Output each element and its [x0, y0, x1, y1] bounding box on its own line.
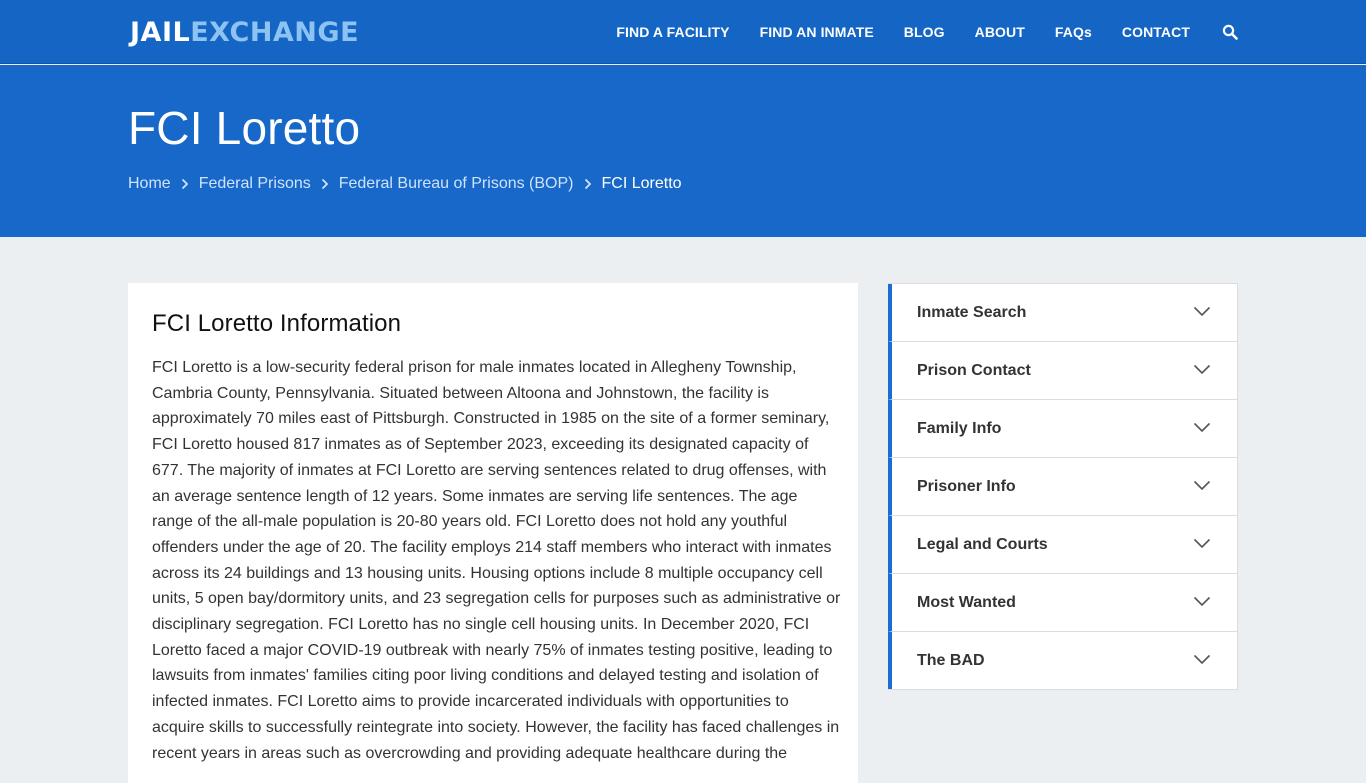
nav-faqs[interactable]: FAQs: [1055, 24, 1092, 40]
chevron-down-icon: [1193, 364, 1211, 375]
logo-text-exchange: EXCHANGE: [190, 17, 360, 48]
breadcrumb-federal-prisons[interactable]: Federal Prisons: [199, 175, 311, 193]
sidebar-item-prison-contact[interactable]: Prison Contact: [888, 342, 1237, 400]
nav-about[interactable]: ABOUT: [975, 24, 1025, 40]
page-hero: FCI Loretto Home Federal Prisons Federal…: [0, 65, 1366, 237]
breadcrumb-bop[interactable]: Federal Bureau of Prisons (BOP): [339, 175, 574, 193]
sidebar-item-inmate-search[interactable]: Inmate Search: [888, 284, 1237, 342]
sidebar-item-label: Prisoner Info: [917, 477, 1016, 495]
sidebar-item-label: Family Info: [917, 419, 1002, 437]
search-icon[interactable]: [1222, 24, 1238, 40]
sidebar-item-the-bad[interactable]: The BAD: [888, 632, 1237, 689]
top-navbar: JAILEXCHANGE FIND A FACILITY FIND AN INM…: [0, 0, 1366, 64]
breadcrumb-home[interactable]: Home: [128, 175, 171, 193]
sidebar-item-most-wanted[interactable]: Most Wanted: [888, 574, 1237, 632]
chevron-down-icon: [1193, 654, 1211, 665]
sidebar-item-label: Prison Contact: [917, 361, 1031, 379]
sidebar-item-label: Inmate Search: [917, 303, 1027, 321]
sidebar-item-prisoner-info[interactable]: Prisoner Info: [888, 458, 1237, 516]
chevron-down-icon: [1193, 306, 1211, 317]
chevron-down-icon: [1193, 480, 1211, 491]
sidebar-item-label: Most Wanted: [917, 593, 1016, 611]
info-heading: FCI Loretto Information: [152, 310, 402, 337]
chevron-right-icon: [181, 178, 188, 190]
sidebar-accordion: Inmate Search Prison Contact Family Info…: [888, 283, 1238, 690]
sidebar-item-family-info[interactable]: Family Info: [888, 400, 1237, 458]
sidebar-item-label: The BAD: [917, 651, 985, 669]
sidebar-item-legal-courts[interactable]: Legal and Courts: [888, 516, 1237, 574]
info-body: FCI Loretto is a low-security federal pr…: [152, 359, 841, 762]
logo-text-jail: JAIL: [130, 17, 191, 48]
chevron-down-icon: [1193, 538, 1211, 549]
page-title: FCI Loretto: [128, 102, 361, 154]
main-nav: FIND A FACILITY FIND AN INMATE BLOG ABOU…: [586, 0, 1238, 64]
info-card: FCI Loretto Information FCI Loretto is a…: [128, 283, 858, 783]
site-logo[interactable]: JAILEXCHANGE: [130, 17, 359, 49]
nav-find-facility[interactable]: FIND A FACILITY: [616, 24, 729, 40]
chevron-down-icon: [1193, 596, 1211, 607]
breadcrumb: Home Federal Prisons Federal Bureau of P…: [128, 175, 682, 193]
chevron-right-icon: [321, 178, 329, 190]
chevron-down-icon: [1193, 422, 1211, 433]
nav-blog[interactable]: BLOG: [904, 24, 945, 40]
chevron-right-icon: [584, 178, 591, 190]
nav-find-inmate[interactable]: FIND AN INMATE: [760, 24, 874, 40]
nav-contact[interactable]: CONTACT: [1122, 24, 1190, 40]
sidebar-item-label: Legal and Courts: [917, 535, 1048, 553]
breadcrumb-current: FCI Loretto: [601, 175, 682, 192]
